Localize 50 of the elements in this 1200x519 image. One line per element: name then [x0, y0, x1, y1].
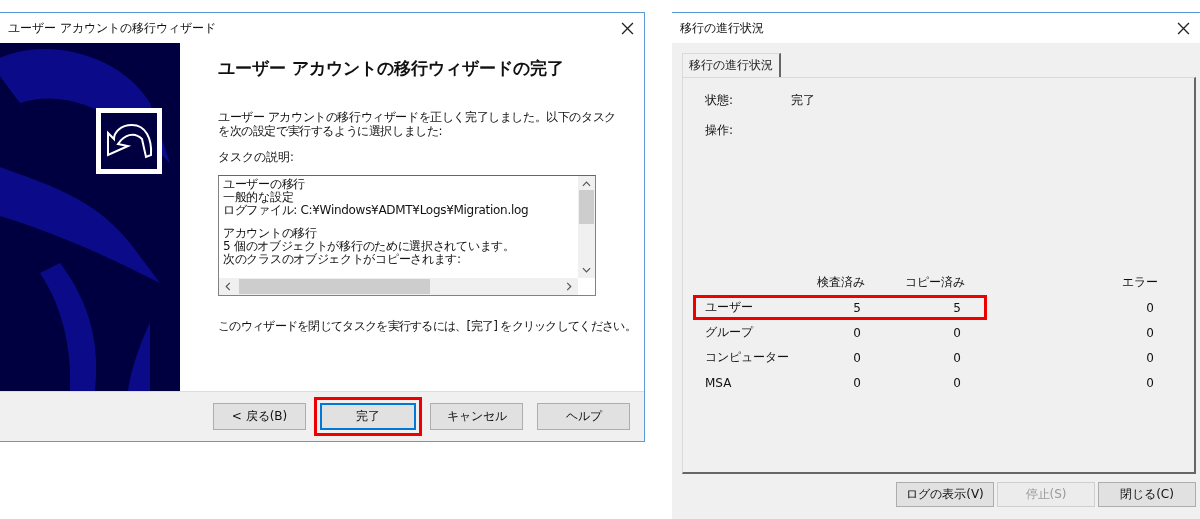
- wizard-button[interactable]: 完了: [320, 403, 416, 430]
- scroll-down-icon[interactable]: [582, 267, 591, 273]
- wizard-button[interactable]: キャンセル: [430, 403, 523, 430]
- row-label: コンピューター: [705, 349, 790, 366]
- table-cell-text: 0: [1145, 375, 1155, 390]
- close-icon[interactable]: [1177, 21, 1190, 35]
- row-label: グループ: [705, 324, 755, 341]
- task-line: アカウントの移行: [223, 227, 318, 240]
- table-cell-text: 0: [1145, 350, 1155, 365]
- table-cell-text: 5: [852, 300, 862, 315]
- table-cell-text: 0: [852, 325, 862, 340]
- window-title: 移行の進行状況: [680, 19, 764, 37]
- task-line: 一般的な設定: [223, 191, 294, 204]
- wizard-button[interactable]: < 戻る(B): [213, 403, 306, 430]
- dialog-button[interactable]: 閉じる(C): [1098, 482, 1196, 507]
- task-line: 5 個のオブジェクトが移行のために選択されています。: [223, 240, 516, 253]
- instruction-text: このウィザードを閉じてタスクを実行するには、[完了] をクリックしてください。: [218, 318, 637, 335]
- table-cell-text: 0: [1145, 300, 1155, 315]
- operation-label: 操作:: [705, 122, 735, 139]
- scroll-right-icon[interactable]: [566, 282, 572, 291]
- task-description-box[interactable]: ユーザーの移行 一般的な設定 ログファイル: C:¥Windows¥ADMT¥Logs¥Migration.log アカウントの移行 5 個のオブジェクトが移行のために選択されています。 次のクラスのオブジェクトがコピーされます:: [218, 175, 596, 296]
- column-header: コピー済み: [904, 274, 965, 291]
- column-header: 検査済み: [816, 274, 865, 291]
- table-cell-text: 5: [952, 300, 962, 315]
- tab[interactable]: 移行の進行状況: [682, 53, 781, 77]
- horizontal-scrollbar[interactable]: [219, 278, 578, 295]
- task-line: ユーザーの移行: [223, 178, 306, 191]
- table-cell-text: 0: [852, 375, 862, 390]
- table-cell-text: 0: [1145, 325, 1155, 340]
- wizard-heading: ユーザー アカウントの移行ウィザードの完了: [218, 57, 565, 80]
- table-cell-text: 0: [952, 350, 962, 365]
- column-header: エラー: [1121, 274, 1158, 291]
- row-label: MSA: [705, 375, 733, 390]
- task-label: タスクの説明:: [218, 150, 295, 165]
- table-cell-text: 0: [952, 325, 962, 340]
- window-title: ユーザー アカウントの移行ウィザード: [8, 19, 216, 37]
- scroll-left-icon[interactable]: [225, 282, 231, 291]
- table-cell-text: 0: [852, 350, 862, 365]
- task-line: 次のクラスのオブジェクトがコピーされます:: [223, 253, 461, 266]
- row-label: ユーザー: [705, 299, 754, 316]
- wizard-button[interactable]: ヘルプ: [537, 403, 630, 430]
- status-value: 完了: [791, 92, 815, 109]
- dialog-button[interactable]: ログの表示(V): [896, 482, 994, 507]
- close-icon[interactable]: [621, 21, 634, 35]
- table-cell-text: 0: [952, 375, 962, 390]
- vertical-scrollbar[interactable]: [578, 176, 595, 278]
- scroll-up-icon[interactable]: [582, 181, 591, 187]
- task-line: ログファイル: C:¥Windows¥ADMT¥Logs¥Migration.log: [223, 204, 530, 217]
- intro-text: ユーザー アカウントの移行ウィザードを正しく完了しました。以下のタスクを次の設定で実行するように選択しました:: [218, 110, 617, 138]
- status-label: 状態:: [705, 92, 735, 109]
